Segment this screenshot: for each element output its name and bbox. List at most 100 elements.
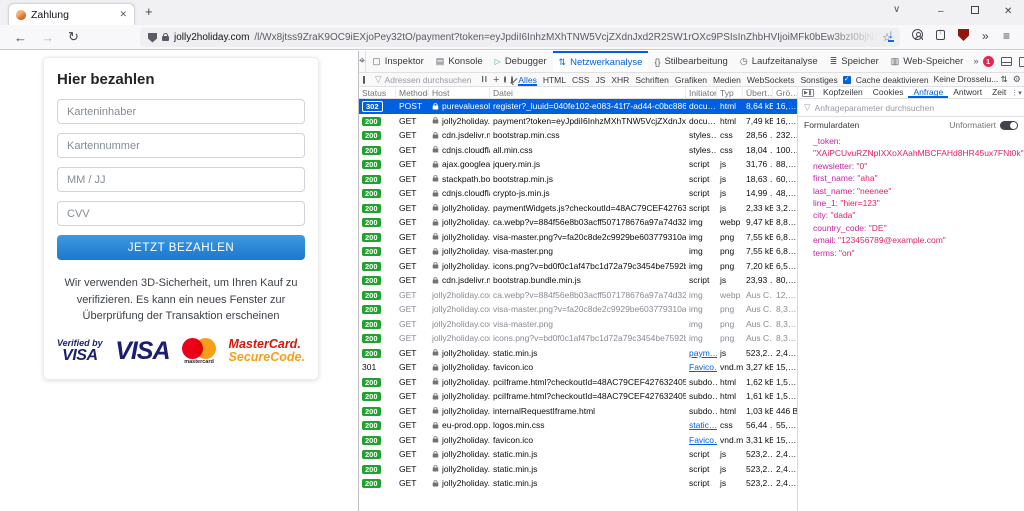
cvv-input[interactable] (57, 201, 305, 226)
hamburger-menu-icon[interactable]: ≡ (1003, 29, 1010, 43)
column-header-typ[interactable]: Typ (717, 87, 743, 98)
column-header-initiator[interactable]: Initiator (686, 87, 717, 98)
devtools-tab-laufzeitanalyse[interactable]: ◷Laufzeitanalyse (734, 51, 824, 72)
initiator-cell[interactable]: Favico… (686, 362, 717, 372)
ublock-extension-icon[interactable] (958, 29, 969, 44)
back-button[interactable]: ← (14, 30, 27, 45)
tab-close-icon[interactable]: ✕ (119, 9, 127, 20)
https-lock-icon[interactable] (162, 36, 169, 41)
network-request-row[interactable]: 200GETjolly2holiday.comvisa-master.pngim… (359, 317, 797, 332)
card-number-input[interactable] (57, 133, 305, 158)
network-request-row[interactable]: 200GETeu-prod.opp…logos.min.cssstatic…cs… (359, 418, 797, 433)
pay-now-button[interactable]: JETZT BEZAHLEN (57, 235, 305, 260)
filter-css[interactable]: CSS (572, 73, 589, 86)
filter-websockets[interactable]: WebSockets (747, 73, 795, 86)
block-requests-icon[interactable] (511, 76, 513, 84)
split-console-icon[interactable] (1001, 57, 1012, 66)
details-tabs-overflow-icon[interactable]: ⋮▾ (1011, 89, 1024, 97)
cardholder-input[interactable] (57, 99, 305, 124)
downloads-icon[interactable]: ↓ (888, 29, 894, 42)
column-header-host[interactable]: Host (429, 87, 490, 98)
disable-cache-checkbox[interactable]: ✓ (843, 76, 851, 84)
devtools-tab-stilbearbeitung[interactable]: {}Stilbearbeitung (648, 51, 733, 72)
browser-tab[interactable]: Zahlung ✕ (8, 3, 135, 25)
network-request-row[interactable]: 200GETjolly2holiday.c…payment?token=eyJp… (359, 114, 797, 129)
network-request-row[interactable]: 200GETjolly2holiday.c…internalRequestIfr… (359, 404, 797, 419)
window-maximize-button[interactable] (971, 6, 979, 17)
network-request-row[interactable]: 200GETjolly2holiday.comvisa-master.png?v… (359, 302, 797, 317)
network-request-row[interactable]: 200GETjolly2holiday.c…pciIframe.html?che… (359, 389, 797, 404)
url-bar[interactable]: jolly2holiday.com /l/Wx8jtss9ZraK9OC9iEX… (140, 28, 900, 47)
network-request-row[interactable]: 200GETjolly2holiday.c…static.min.jsscrip… (359, 447, 797, 462)
filter-medien[interactable]: Medien (713, 73, 741, 86)
network-request-row[interactable]: 200GETjolly2holiday.c…ca.webp?v=884f56e8… (359, 215, 797, 230)
details-tab-cookies[interactable]: Cookies (868, 87, 909, 98)
initiator-cell[interactable]: static… (686, 420, 717, 430)
devtools-tab-inspektor[interactable]: ▢Inspektor (366, 51, 430, 72)
tracking-protection-icon[interactable] (148, 33, 157, 43)
search-icon[interactable] (504, 76, 506, 83)
details-tab-kopfzeilen[interactable]: Kopfzeilen (818, 87, 868, 98)
network-request-row[interactable]: 200GETjolly2holiday.c…pciIframe.html?che… (359, 375, 797, 390)
details-tab-anfrage[interactable]: Anfrage (908, 87, 948, 98)
network-request-row[interactable]: 200GETjolly2holiday.c…icons.png?v=bd0f0c… (359, 259, 797, 274)
network-request-row[interactable]: 200GETjolly2holiday.c…static.min.jsscrip… (359, 462, 797, 477)
devtools-tab-web-speicher[interactable]: ▥Web-Speicher (885, 51, 970, 72)
address-filter-input[interactable]: ▽ Adressen durchsuchen (375, 74, 472, 85)
raw-toggle-switch[interactable] (1000, 121, 1018, 130)
devtools-tabs-overflow-icon[interactable]: » (969, 51, 982, 72)
filter-sonstiges[interactable]: Sonstiges (800, 73, 837, 86)
network-request-row[interactable]: 200GETajax.googleap…jquery.min.jsscriptj… (359, 157, 797, 172)
pause-recording-icon[interactable]: II (482, 75, 488, 84)
initiator-cell[interactable]: paym… (686, 348, 717, 358)
network-request-row[interactable]: 200GETcdnjs.cloudfla…all.min.cssstyles…c… (359, 143, 797, 158)
network-request-row[interactable]: 301GETjolly2holiday.c…favicon.icoFavico…… (359, 360, 797, 375)
network-request-row[interactable]: 200GETcdnjs.cloudfla…crypto-js.min.jsscr… (359, 186, 797, 201)
share-icon[interactable] (936, 29, 945, 43)
error-count-badge[interactable]: 1 (983, 56, 994, 67)
network-request-row[interactable]: 302POSTpurevaluesolu…register?_luuid=040… (359, 99, 797, 114)
filter-grafiken[interactable]: Grafiken (675, 73, 707, 86)
network-request-row[interactable]: 200GETstackpath.boo…bootstrap.min.jsscri… (359, 172, 797, 187)
new-tab-button[interactable]: + (145, 4, 153, 19)
overflow-menu-icon[interactable]: » (982, 29, 989, 43)
network-request-row[interactable]: 200GETjolly2holiday.c…static.min.jsscrip… (359, 476, 797, 491)
network-request-row[interactable]: 200GETcdn.jsdelivr.netbootstrap.bundle.m… (359, 273, 797, 288)
network-request-row[interactable]: 200GETcdn.jsdelivr.netbootstrap.min.csss… (359, 128, 797, 143)
filter-html[interactable]: HTML (543, 73, 566, 86)
network-request-row[interactable]: 200GETjolly2holiday.c…paymentWidgets.js?… (359, 201, 797, 216)
network-request-row[interactable]: 200GETjolly2holiday.comca.webp?v=884f56e… (359, 288, 797, 303)
throttling-dropdown[interactable]: Keine Drosselu... ⇅ (934, 74, 1008, 85)
devtools-tab-konsole[interactable]: ▤Konsole (430, 51, 489, 72)
network-settings-gear-icon[interactable]: ⚙ (1013, 74, 1021, 85)
params-search-input[interactable]: ▽ Anfrageparameter durchsuchen (798, 99, 1024, 117)
responsive-mode-icon[interactable] (1019, 57, 1024, 67)
expiry-input[interactable] (57, 167, 305, 192)
column-header-gr-[interactable]: Grö… (773, 87, 798, 98)
column-header-status[interactable]: Status (359, 87, 396, 98)
filter-schriften[interactable]: Schriften (635, 73, 669, 86)
new-request-icon[interactable]: + (493, 74, 499, 86)
devtools-tab-netzwerkanalyse[interactable]: ⇅Netzwerkanalyse (553, 51, 649, 72)
network-request-row[interactable]: 200GETjolly2holiday.c…favicon.icoFavico…… (359, 433, 797, 448)
account-icon[interactable] (912, 29, 923, 43)
pick-element-icon[interactable]: ⌖ (359, 51, 366, 72)
network-request-row[interactable]: 200GETjolly2holiday.c…visa-master.png?v=… (359, 230, 797, 245)
clear-requests-icon[interactable] (363, 76, 365, 84)
devtools-tab-debugger[interactable]: ▷Debugger (489, 51, 553, 72)
tab-list-chevron-icon[interactable]: ∨ (893, 4, 900, 15)
details-tab-zeit[interactable]: Zeit (987, 87, 1011, 98)
column-header--bert-[interactable]: Übert… (743, 87, 773, 98)
window-minimize-button[interactable]: – (938, 6, 944, 17)
column-header-methode[interactable]: Methode (396, 87, 429, 98)
details-pane-toggle-icon[interactable]: ▶❚ (802, 89, 814, 97)
network-request-row[interactable]: 200GETjolly2holiday.c…visa-master.pngimg… (359, 244, 797, 259)
network-request-row[interactable]: 200GETjolly2holiday.c…static.min.jspaym…… (359, 346, 797, 361)
devtools-tab-speicher[interactable]: ≣Speicher (824, 51, 885, 72)
window-close-button[interactable]: ✕ (1004, 6, 1012, 17)
network-request-row[interactable]: 200GETjolly2holiday.comicons.png?v=bd0f0… (359, 331, 797, 346)
initiator-cell[interactable]: Favico… (686, 435, 717, 445)
filter-alles[interactable]: Alles (518, 73, 536, 86)
filter-js[interactable]: JS (595, 73, 605, 86)
reload-button[interactable]: ↻ (68, 29, 79, 45)
